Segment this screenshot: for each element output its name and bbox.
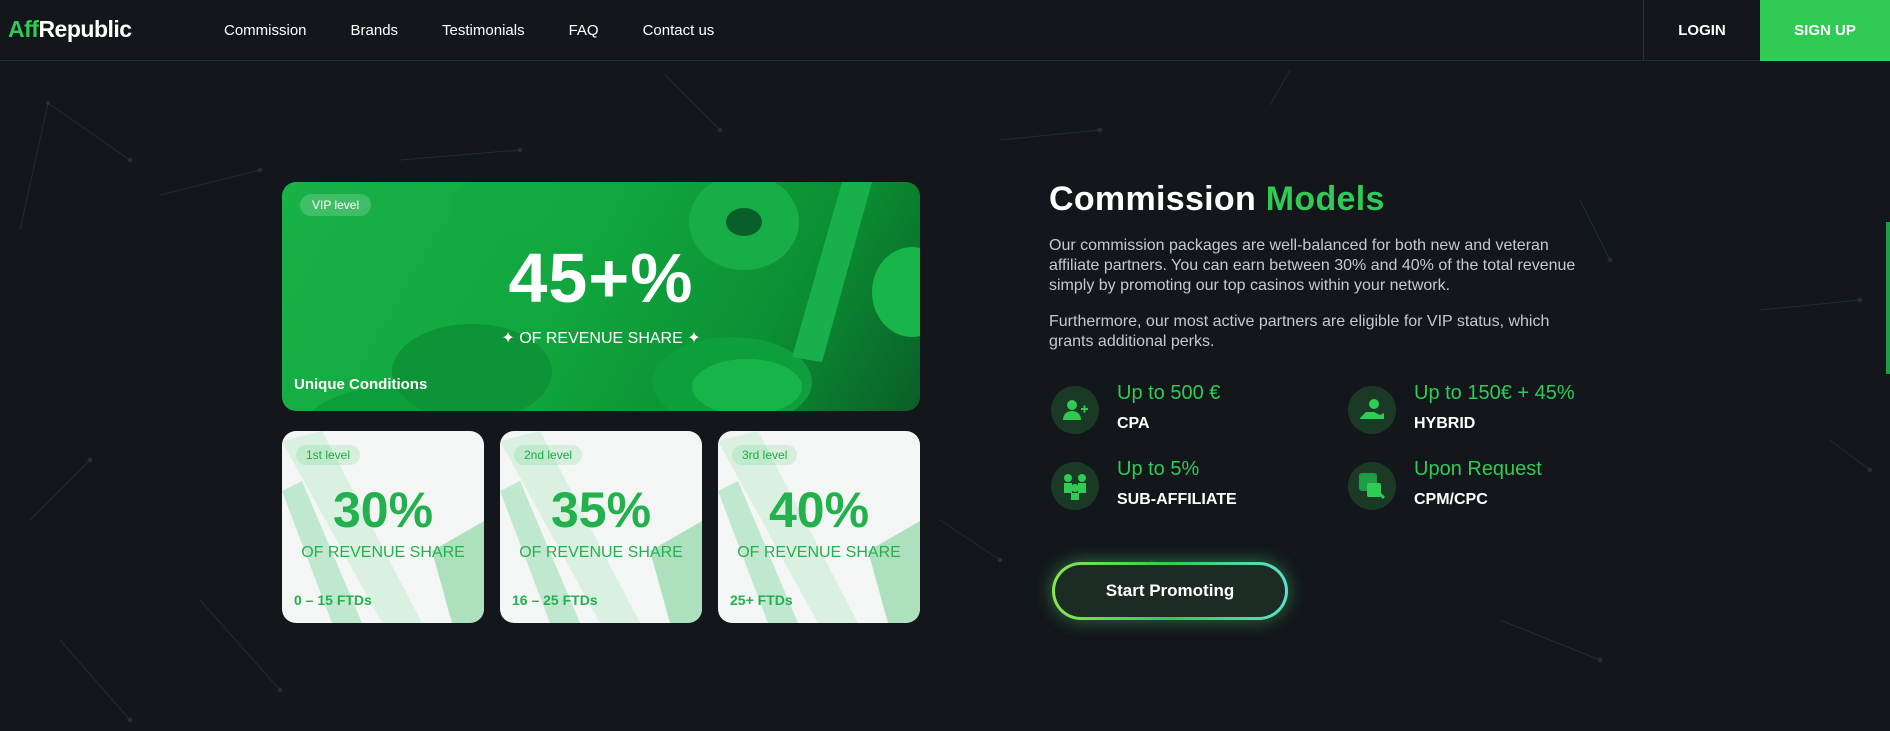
vip-value: 45+%: [508, 239, 694, 317]
level-tag: 1st level: [296, 445, 361, 465]
level-card-1: 1st level 30% OF REVENUE SHARE 0 – 15 FT…: [282, 431, 484, 623]
feature-value: Upon Request: [1414, 458, 1542, 480]
add-user-icon: [1051, 386, 1099, 434]
nav-brands[interactable]: Brands: [351, 22, 399, 39]
feature-cpa: Up to 500 € CPA: [1051, 382, 1351, 442]
section-title-white: Commission: [1049, 180, 1257, 218]
nav-commission[interactable]: Commission: [224, 22, 307, 39]
level-card-3: 3rd level 40% OF REVENUE SHARE 25+ FTDs: [718, 431, 920, 623]
feature-label: HYBRID: [1414, 415, 1476, 432]
feature-sub-affiliate: Up to 5% SUB-AFFILIATE: [1051, 458, 1351, 518]
level-value: 40%: [768, 482, 870, 538]
feature-hybrid: Up to 150€ + 45% HYBRID: [1348, 382, 1648, 442]
login-button[interactable]: LOGIN: [1643, 0, 1760, 61]
logo-republic: Republic: [38, 16, 132, 42]
level-ftd: 16 – 25 FTDs: [512, 592, 598, 608]
section-paragraph-2: Furthermore, our most active partners ar…: [1049, 313, 1550, 350]
signup-label: SIGN UP: [1794, 22, 1856, 39]
nav-contact-us[interactable]: Contact us: [643, 22, 715, 39]
feature-label: SUB-AFFILIATE: [1117, 491, 1237, 508]
vip-footer: Unique Conditions: [294, 376, 428, 393]
level-subtitle: OF REVENUE SHARE: [737, 544, 901, 561]
feature-value: Up to 500 €: [1117, 382, 1221, 404]
level-subtitle: OF REVENUE SHARE: [301, 544, 465, 561]
level-tag: 2nd level: [514, 445, 583, 465]
level-ftd: 25+ FTDs: [730, 592, 793, 608]
level-value: 30%: [332, 482, 434, 538]
page: AffRepublic Commission Brands Testimonia…: [0, 0, 1890, 731]
hand-user-icon: [1348, 386, 1396, 434]
feature-label: CPA: [1117, 415, 1150, 432]
level-subtitle: OF REVENUE SHARE: [519, 544, 683, 561]
logo[interactable]: AffRepublic: [8, 16, 132, 43]
logo-aff: Aff: [8, 16, 39, 42]
vip-subtitle: ✦ OF REVENUE SHARE ✦: [501, 330, 701, 347]
feature-value: Up to 5%: [1117, 458, 1200, 480]
level-card-2: 2nd level 35% OF REVENUE SHARE 16 – 25 F…: [500, 431, 702, 623]
section-paragraph-1: Our commission packages are well-balance…: [1049, 237, 1576, 294]
nav-faq[interactable]: FAQ: [569, 22, 599, 39]
top-navbar: AffRepublic Commission Brands Testimonia…: [0, 0, 1890, 61]
feature-label: CPM/CPC: [1414, 491, 1488, 508]
level-tag: 3rd level: [732, 445, 798, 465]
start-promoting-label: Start Promoting: [1105, 581, 1235, 600]
section-title: Commission Models: [1049, 180, 1385, 219]
level-value: 35%: [550, 482, 652, 538]
click-icon: [1348, 462, 1396, 510]
feature-cpm-cpc: Upon Request CPM/CPC: [1348, 458, 1648, 518]
login-label: LOGIN: [1678, 22, 1726, 39]
level-ftd: 0 – 15 FTDs: [294, 592, 372, 608]
nav-testimonials[interactable]: Testimonials: [442, 22, 525, 39]
section-title-green: Models: [1265, 180, 1385, 218]
group-icon: [1051, 462, 1099, 510]
feature-value: Up to 150€ + 45%: [1414, 382, 1575, 404]
vip-level-card: VIP level 45+% ✦ OF REVENUE SHARE ✦ Uniq…: [282, 182, 920, 411]
main-nav: Commission Brands Testimonials FAQ Conta…: [224, 0, 714, 61]
scroll-indicator: [1886, 222, 1890, 374]
start-promoting-button[interactable]: Start Promoting: [1052, 562, 1288, 620]
vip-tag: VIP level: [300, 194, 372, 216]
signup-button[interactable]: SIGN UP: [1760, 0, 1890, 61]
